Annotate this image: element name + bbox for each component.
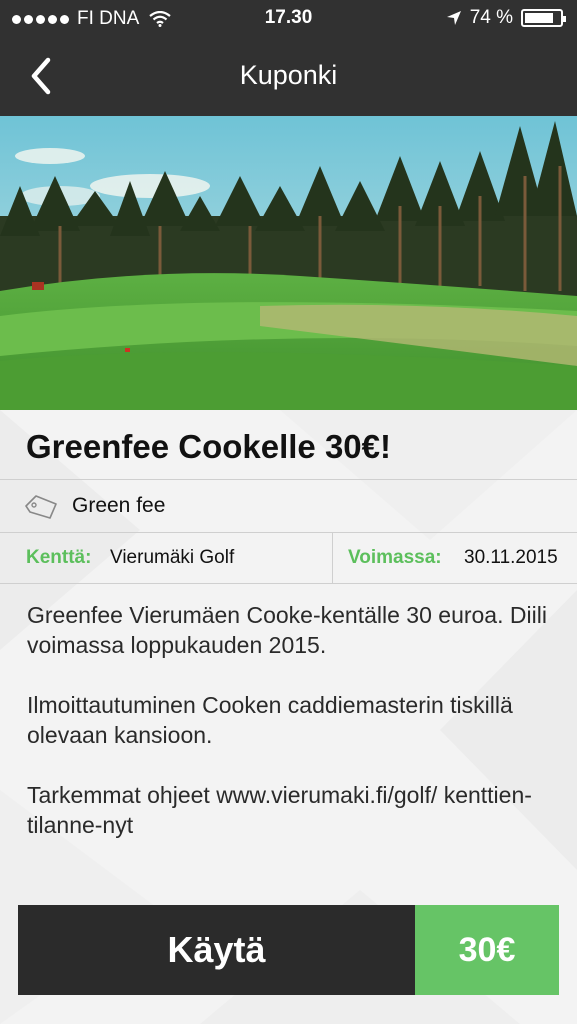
golf-course-photo xyxy=(0,116,577,410)
page-title: Kuponki xyxy=(239,60,338,90)
category-label: Green fee xyxy=(72,494,166,517)
description-paragraph: Ilmoittautuminen Cooken caddiemasterin t… xyxy=(27,692,513,748)
valid-value: 30.11.2015 xyxy=(464,547,558,568)
status-bar: FI DNA 17.30 74 % xyxy=(0,0,577,38)
category-row: Green fee xyxy=(0,480,577,533)
use-button[interactable]: Käytä xyxy=(18,905,415,995)
info-separator xyxy=(332,533,333,583)
battery-fill xyxy=(525,13,554,23)
tag-icon xyxy=(25,495,57,519)
description-paragraph: Greenfee Vierumäen Cooke-kentälle 30 eur… xyxy=(27,602,547,658)
price-badge: 30€ xyxy=(415,905,559,995)
divider xyxy=(0,583,577,584)
hero-image xyxy=(0,116,577,410)
info-row: Kenttä: Vierumäki Golf Voimassa: 30.11.2… xyxy=(0,533,577,583)
battery-percent: 74 % xyxy=(469,7,513,28)
description-paragraph: Tarkemmat ohjeet www.vierumaki.fi/golf/ … xyxy=(27,782,532,838)
battery-icon xyxy=(521,9,566,27)
location-arrow-icon xyxy=(446,11,461,25)
coupon-description: Greenfee Vierumäen Cooke-kentälle 30 eur… xyxy=(27,600,557,870)
coupon-title: Greenfee Cookelle 30€! xyxy=(26,428,391,465)
valid-label: Voimassa: xyxy=(348,547,442,568)
course-label: Kenttä: xyxy=(26,547,92,568)
nav-bar: Kuponki xyxy=(0,38,577,116)
course-value: Vierumäki Golf xyxy=(110,547,235,568)
